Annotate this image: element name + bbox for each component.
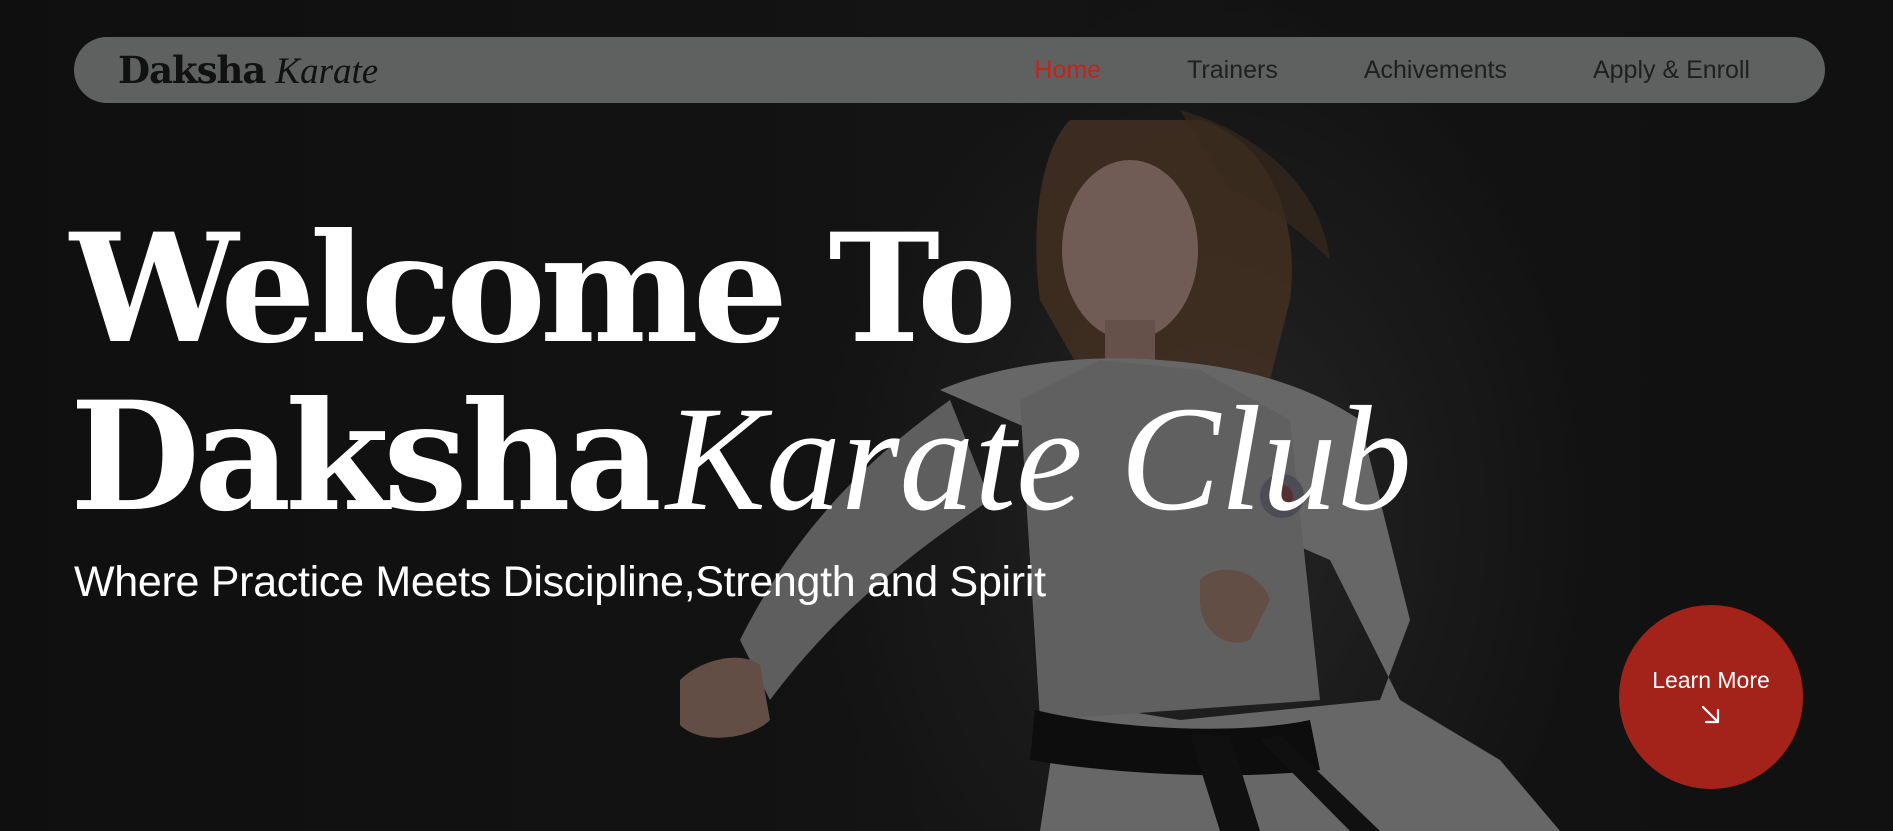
top-navbar: Daksha Karate Home Trainers Achivements … [74, 37, 1825, 103]
main-nav: Home Trainers Achivements Apply & Enroll [1034, 56, 1750, 85]
hero-heading-line-1: Welcome To [70, 201, 1017, 377]
nav-achievements-link[interactable]: Achivements [1364, 56, 1507, 85]
nav-apply-enroll-link[interactable]: Apply & Enroll [1593, 56, 1750, 85]
nav-home-link[interactable]: Home [1034, 56, 1101, 85]
hero-subtitle: Where Practice Meets Discipline,Strength… [74, 558, 1046, 606]
brand-name-bold: Daksha [118, 47, 266, 92]
arrow-down-right-icon [1701, 705, 1720, 723]
brand-name-italic: Karate [275, 50, 379, 92]
learn-more-label: Learn More [1652, 666, 1770, 693]
hero-heading-bold-word: Daksha [70, 369, 662, 545]
learn-more-button[interactable]: Learn More [1619, 605, 1803, 789]
nav-trainers-link[interactable]: Trainers [1187, 56, 1278, 85]
hero-heading-line-2: DakshaKarate Club [70, 373, 1412, 543]
hero-heading: Welcome To DakshaKarate Club [70, 205, 1412, 543]
brand-logo[interactable]: Daksha Karate [118, 48, 378, 93]
hero-heading-script: Karate Club [665, 376, 1412, 542]
